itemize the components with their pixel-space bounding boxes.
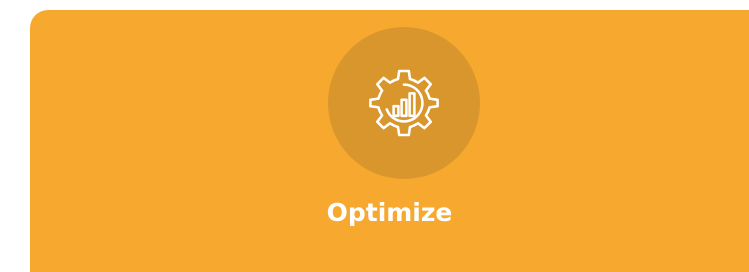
gear-chart-icon — [369, 69, 439, 137]
optimize-card: Optimize — [30, 10, 749, 272]
card-title: Optimize — [326, 198, 453, 227]
icon-badge — [328, 27, 480, 179]
